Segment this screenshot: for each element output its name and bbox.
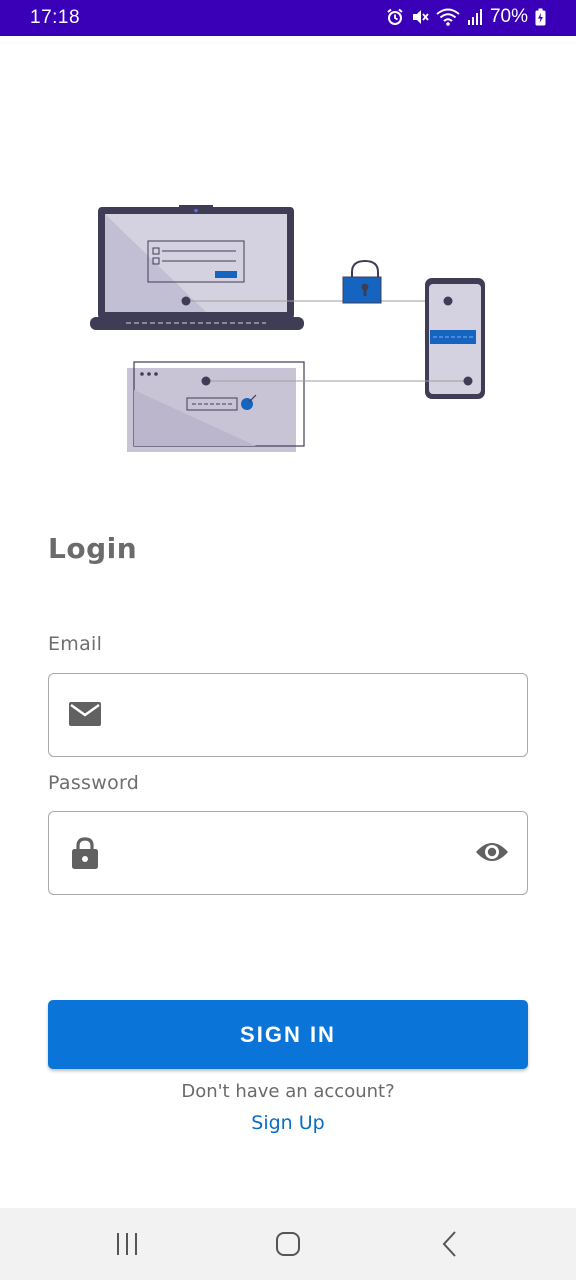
password-field[interactable] — [48, 811, 528, 895]
wifi-icon — [436, 8, 460, 26]
signal-icon — [467, 8, 483, 26]
password-input[interactable] — [117, 812, 457, 894]
back-icon[interactable] — [436, 1230, 464, 1262]
lock-icon — [72, 837, 98, 873]
navigation-bar — [0, 1208, 576, 1280]
secure-login-illustration — [86, 200, 496, 460]
status-icons: 70% — [386, 6, 546, 28]
battery-icon — [535, 8, 546, 26]
home-icon[interactable] — [274, 1230, 302, 1262]
password-label: Password — [48, 772, 140, 794]
mail-icon — [69, 700, 101, 732]
email-label: Email — [48, 633, 103, 655]
email-input[interactable] — [117, 674, 457, 756]
email-field[interactable] — [48, 673, 528, 757]
sign-up-link[interactable]: Sign Up — [0, 1112, 576, 1134]
visibility-toggle-icon[interactable] — [475, 840, 509, 868]
alarm-icon — [386, 8, 404, 26]
battery-percent: 70% — [489, 6, 528, 27]
status-bar: 17:18 70% — [0, 0, 576, 36]
no-account-text: Don't have an account? — [181, 1081, 395, 1102]
page-title: Login — [48, 532, 138, 565]
mute-icon — [411, 8, 429, 26]
status-time: 17:18 — [30, 7, 81, 28]
sign-in-button[interactable]: SIGN IN — [48, 1000, 528, 1069]
recent-apps-icon[interactable] — [113, 1230, 141, 1262]
